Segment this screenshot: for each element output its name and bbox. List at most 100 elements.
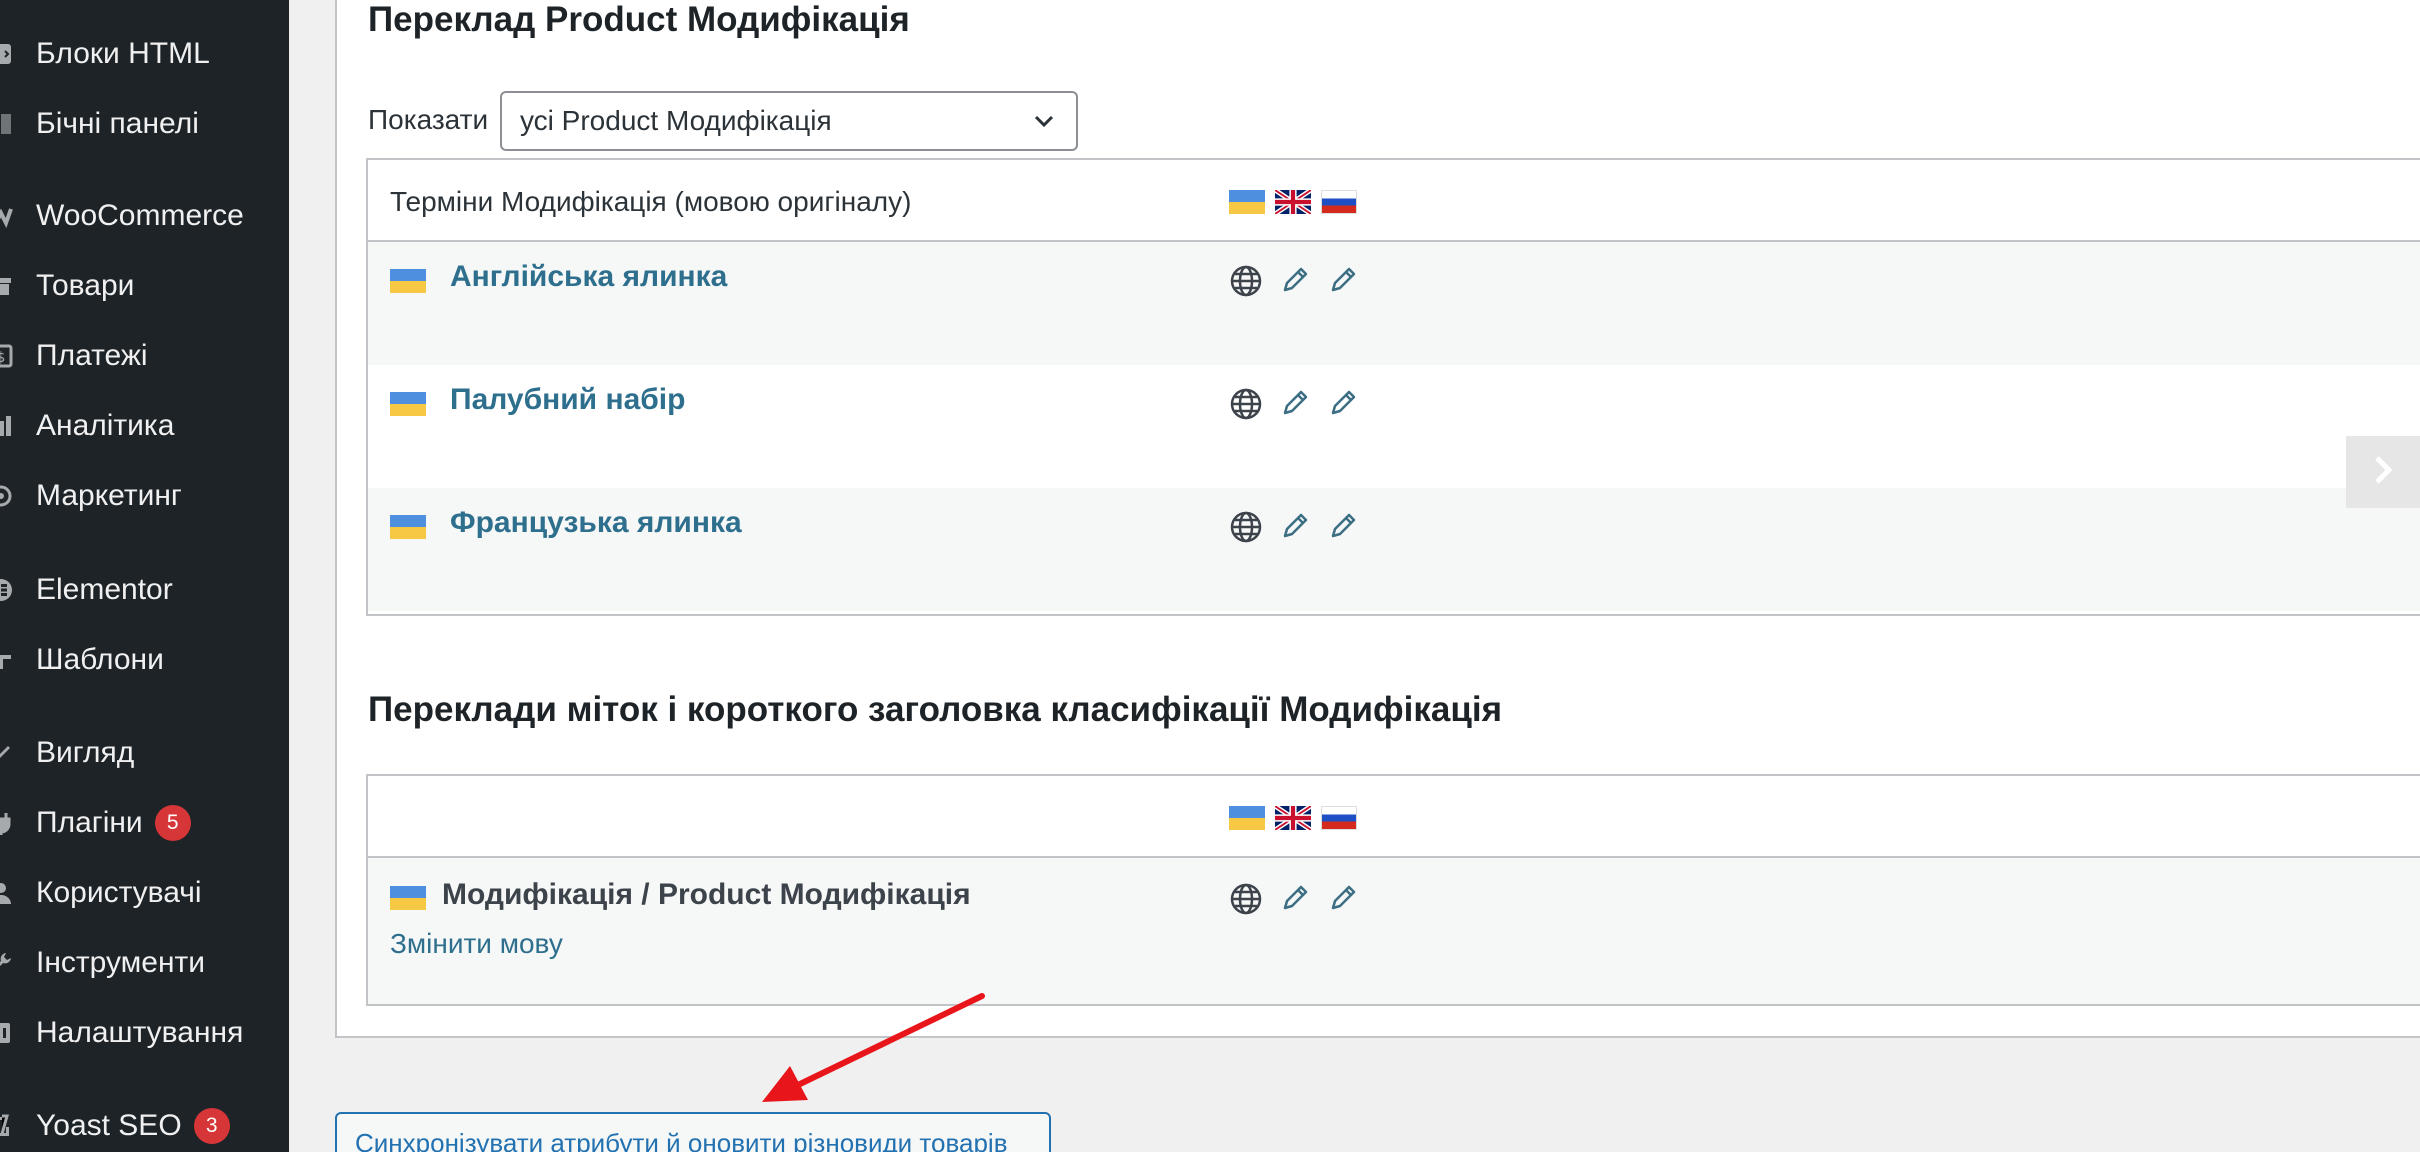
sidebar-item-sidebars[interactable]: Бічні панелі [0,98,289,150]
edit-english-pencil-icon[interactable] [1279,264,1311,303]
taxonomy-label: Модифікація / Product Модифікація [442,878,971,911]
products-icon [0,271,16,301]
ukrainian-flag-icon [390,392,426,416]
sidebar-item-payments[interactable]: $ Платежі [0,330,289,382]
row-actions [1229,882,1359,921]
language-columns [1229,190,1357,214]
sidebar-item-users[interactable]: Користувачі [0,867,289,919]
english-flag-icon [1275,806,1311,830]
table-row: Французька ялинка [368,488,2420,611]
terms-section-title: Переклад Product Модифікація [368,0,910,39]
sidebar-item-label: Шаблони [36,643,164,676]
ukrainian-flag-icon [390,886,426,910]
edit-russian-pencil-icon[interactable] [1327,264,1359,303]
translate-globe-icon[interactable] [1229,882,1263,921]
translate-globe-icon[interactable] [1229,510,1263,549]
taxonomy-filter-select[interactable]: усі Product Модифікація [500,91,1078,151]
ukrainian-flag-icon [1229,190,1265,214]
table-row: Англійська ялинка [368,242,2420,365]
templates-icon [0,645,16,675]
translate-globe-icon[interactable] [1229,264,1263,303]
sidebars-icon [0,109,16,139]
terms-table: Терміни Модифікація (мовою оригіналу) Ан… [366,158,2420,616]
russian-flag-icon [1321,190,1357,214]
english-flag-icon [1275,190,1311,214]
sidebar-item-label: Платежі [36,339,148,372]
ukrainian-flag-icon [1229,806,1265,830]
sidebar-item-label: Аналітика [36,409,175,442]
next-arrow-button[interactable] [2346,436,2420,508]
sidebar-item-label: Плагіни [36,806,143,839]
marketing-icon [0,481,16,511]
sidebar-item-label: Товари [36,269,135,302]
sidebar-item-analytics[interactable]: Аналітика [0,400,289,452]
edit-russian-pencil-icon[interactable] [1327,510,1359,549]
row-actions [1229,510,1359,549]
labels-table: Модифікація / Product Модифікація Змінит… [366,774,2420,1006]
admin-sidebar: Блоки HTML Бічні панелі WooCommerce Това… [0,0,289,1152]
edit-english-pencil-icon[interactable] [1279,387,1311,426]
tools-icon [0,948,16,978]
settings-icon [0,1018,16,1048]
sidebar-item-yoast-seo[interactable]: Yoast SEO 3 [0,1100,289,1152]
language-columns [1229,806,1357,830]
plugins-update-badge: 5 [154,805,191,841]
sidebar-item-settings[interactable]: Налаштування [0,1007,289,1059]
svg-text:$: $ [0,350,5,366]
taxonomy-filter-value: усі Product Модифікація [520,105,832,136]
term-link[interactable]: Палубний набір [450,383,685,417]
sidebar-item-label: Налаштування [36,1016,244,1049]
sidebar-item-label: Блоки HTML [36,37,210,70]
sidebar-item-label: Маркетинг [36,479,182,512]
sidebar-item-label: Yoast SEO [36,1109,182,1142]
yoast-icon [0,1111,16,1141]
sidebar-item-appearance[interactable]: Вигляд [0,727,289,779]
row-actions [1229,387,1359,426]
term-link[interactable]: Французька ялинка [450,506,742,540]
table-row: Модифікація / Product Модифікація Змінит… [368,858,2420,1004]
payments-icon: $ [0,341,16,371]
ukrainian-flag-icon [390,269,426,293]
users-icon [0,878,16,908]
woocommerce-icon [0,201,16,231]
show-filter-label: Показати [368,104,489,135]
sidebar-item-label: Вигляд [36,736,135,769]
plugins-icon [0,808,16,838]
russian-flag-icon [1321,806,1357,830]
edit-english-pencil-icon[interactable] [1279,882,1311,921]
analytics-icon [0,411,16,441]
translate-globe-icon[interactable] [1229,387,1263,426]
chevron-down-icon [1030,107,1058,142]
edit-russian-pencil-icon[interactable] [1327,387,1359,426]
chevron-right-icon [2363,450,2403,495]
edit-russian-pencil-icon[interactable] [1327,882,1359,921]
row-actions [1229,264,1359,303]
table-row: Палубний набір [368,365,2420,488]
sidebar-item-plugins[interactable]: Плагіни 5 [0,797,289,849]
sidebar-item-label: Інструменти [36,946,206,979]
labels-section-title: Переклади міток і короткого заголовка кл… [368,690,1503,729]
elementor-icon [0,575,16,605]
sidebar-item-html-blocks[interactable]: Блоки HTML [0,28,289,80]
edit-english-pencil-icon[interactable] [1279,510,1311,549]
labels-table-header [368,776,2420,858]
sidebar-item-marketing[interactable]: Маркетинг [0,470,289,522]
change-language-link[interactable]: Змінити мову [390,928,563,960]
sidebar-item-label: Бічні панелі [36,107,199,140]
ukrainian-flag-icon [390,515,426,539]
html-blocks-icon [0,39,16,69]
terms-column-header: Терміни Модифікація (мовою оригіналу) [390,186,912,217]
yoast-notifications-badge: 3 [193,1108,230,1144]
sidebar-item-label: Elementor [36,573,173,606]
sidebar-item-tools[interactable]: Інструменти [0,937,289,989]
sidebar-item-templates[interactable]: Шаблони [0,634,289,686]
sidebar-item-woocommerce[interactable]: WooCommerce [0,190,289,242]
sidebar-item-products[interactable]: Товари [0,260,289,312]
terms-table-header: Терміни Модифікація (мовою оригіналу) [368,160,2420,242]
sync-attributes-button[interactable]: Синхронізувати атрибути й оновити різнов… [335,1112,1051,1152]
sidebar-item-elementor[interactable]: Elementor [0,564,289,616]
term-link[interactable]: Англійська ялинка [450,260,727,294]
appearance-icon [0,738,16,768]
sidebar-item-label: WooCommerce [36,199,244,232]
sidebar-item-label: Користувачі [36,876,202,909]
